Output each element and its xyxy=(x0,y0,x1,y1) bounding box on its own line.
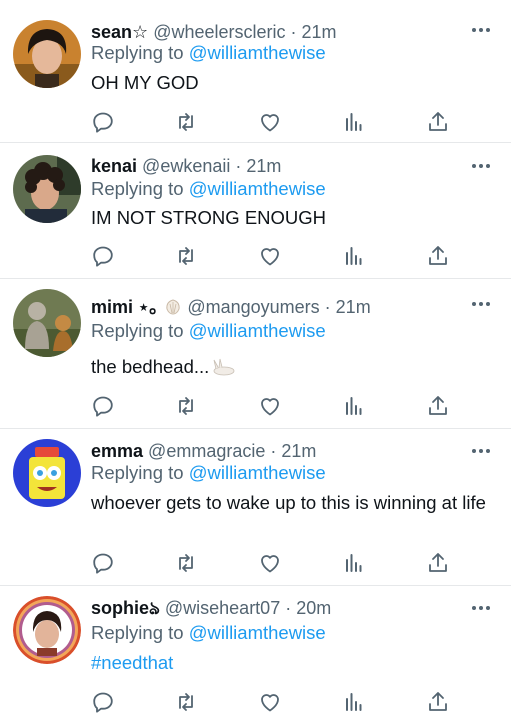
share-icon[interactable] xyxy=(426,110,450,134)
avatar[interactable] xyxy=(13,439,81,507)
avatar[interactable] xyxy=(13,20,81,88)
mention-link[interactable]: @williamthewise xyxy=(189,320,326,341)
analytics-icon[interactable] xyxy=(342,110,366,134)
replying-prefix: Replying to xyxy=(91,42,184,63)
retweet-icon[interactable] xyxy=(174,244,198,268)
handle[interactable]: @emmagracie xyxy=(148,441,265,461)
analytics-icon[interactable] xyxy=(342,244,366,268)
replying-prefix: Replying to xyxy=(91,462,184,483)
timestamp[interactable]: 21m xyxy=(336,297,371,317)
reply-icon[interactable] xyxy=(91,690,115,714)
action-bar xyxy=(0,551,511,577)
replying-prefix: Replying to xyxy=(91,320,184,341)
analytics-icon[interactable] xyxy=(342,394,366,418)
share-icon[interactable] xyxy=(426,551,450,575)
avatar-curly-hair-portrait-icon xyxy=(13,155,81,223)
hashtag-link[interactable]: #needthat xyxy=(91,652,491,674)
avatar[interactable] xyxy=(13,289,81,357)
retweet-icon[interactable] xyxy=(174,690,198,714)
share-icon[interactable] xyxy=(426,394,450,418)
action-bar xyxy=(0,244,511,270)
handle[interactable]: @mangoyumers xyxy=(187,297,319,317)
replying-to-line: Replying to @williamthewise xyxy=(91,42,326,64)
tweet-text-line: the bedhead... xyxy=(91,356,491,381)
avatar[interactable] xyxy=(13,596,81,664)
more-options-icon[interactable] xyxy=(471,160,491,172)
tweet-header: kenai @ewkenaii · 21m xyxy=(91,155,281,177)
avatar-statue-garden-icon xyxy=(13,289,81,357)
separator-dot: · xyxy=(270,441,277,461)
separator-dot: · xyxy=(290,22,297,42)
tweet-text: OH MY GOD xyxy=(91,72,199,93)
replying-to-line: Replying to @williamthewise xyxy=(91,320,326,342)
share-icon[interactable] xyxy=(426,690,450,714)
retweet-icon[interactable] xyxy=(174,110,198,134)
reply-tweet[interactable]: sean☆ @wheelerscleric · 21m Replying to … xyxy=(0,0,511,143)
shell-icon xyxy=(164,298,182,321)
handle[interactable]: @ewkenaii xyxy=(142,156,230,176)
avatar-sponge-cartoon-icon xyxy=(13,439,81,507)
analytics-icon[interactable] xyxy=(342,551,366,575)
like-heart-icon[interactable] xyxy=(258,551,282,575)
more-options-icon[interactable] xyxy=(471,602,491,614)
timestamp[interactable]: 21m xyxy=(302,22,337,42)
analytics-icon[interactable] xyxy=(342,690,366,714)
bunny-sleeping-icon xyxy=(210,358,236,381)
replying-prefix: Replying to xyxy=(91,178,184,199)
share-icon[interactable] xyxy=(426,244,450,268)
display-name[interactable]: mimi ⋆｡ xyxy=(91,297,158,317)
tweet-text: IM NOT STRONG ENOUGH xyxy=(91,207,327,228)
avatar[interactable] xyxy=(13,155,81,223)
like-heart-icon[interactable] xyxy=(258,394,282,418)
separator-dot: · xyxy=(285,598,292,618)
display-name[interactable]: emma xyxy=(91,441,143,461)
tweet-text: whoever gets to wake up to this is winni… xyxy=(91,492,486,513)
tweet-header: emma @emmagracie · 21m xyxy=(91,440,316,462)
reply-icon[interactable] xyxy=(91,244,115,268)
action-bar xyxy=(0,394,511,420)
timestamp[interactable]: 20m xyxy=(296,598,331,618)
like-heart-icon[interactable] xyxy=(258,110,282,134)
timestamp[interactable]: 21m xyxy=(281,441,316,461)
reply-tweet[interactable]: kenai @ewkenaii · 21m Replying to @willi… xyxy=(0,143,511,279)
handle[interactable]: @wheelerscleric xyxy=(153,22,285,42)
reply-icon[interactable] xyxy=(91,110,115,134)
avatar-portrait-pride-ring-icon xyxy=(13,596,81,664)
mention-link[interactable]: @williamthewise xyxy=(189,622,326,643)
display-name[interactable]: kenai xyxy=(91,156,137,176)
replies-feed: sean☆ @wheelerscleric · 21m Replying to … xyxy=(0,0,511,720)
separator-dot: · xyxy=(324,297,331,317)
action-bar xyxy=(0,110,511,136)
like-heart-icon[interactable] xyxy=(258,690,282,714)
retweet-icon[interactable] xyxy=(174,551,198,575)
reply-icon[interactable] xyxy=(91,394,115,418)
tweet-header: sophieঌ @wiseheart07 · 20m xyxy=(91,597,331,619)
more-options-icon[interactable] xyxy=(471,298,491,310)
display-name[interactable]: sophieঌ xyxy=(91,598,160,618)
replying-prefix: Replying to xyxy=(91,622,184,643)
action-bar xyxy=(0,690,511,716)
tweet-header: mimi ⋆｡ @mangoyumers · 21m xyxy=(91,296,371,321)
reply-tweet[interactable]: mimi ⋆｡ @mangoyumers · 21m Replying to @… xyxy=(0,279,511,429)
replying-to-line: Replying to @williamthewise xyxy=(91,462,326,484)
display-name[interactable]: sean☆ xyxy=(91,22,148,42)
more-options-icon[interactable] xyxy=(471,445,491,457)
handle[interactable]: @wiseheart07 xyxy=(165,598,280,618)
timestamp[interactable]: 21m xyxy=(246,156,281,176)
mention-link[interactable]: @williamthewise xyxy=(189,42,326,63)
replying-to-line: Replying to @williamthewise xyxy=(91,178,326,200)
more-options-icon[interactable] xyxy=(471,24,491,36)
tweet-header: sean☆ @wheelerscleric · 21m xyxy=(91,21,337,43)
mention-link[interactable]: @williamthewise xyxy=(189,462,326,483)
reply-icon[interactable] xyxy=(91,551,115,575)
avatar-dark-hair-portrait-icon xyxy=(13,20,81,88)
separator-dot: · xyxy=(235,156,242,176)
like-heart-icon[interactable] xyxy=(258,244,282,268)
retweet-icon[interactable] xyxy=(174,394,198,418)
replying-to-line: Replying to @williamthewise xyxy=(91,622,326,644)
reply-tweet[interactable]: sophieঌ @wiseheart07 · 20m Replying to @… xyxy=(0,586,511,720)
reply-tweet[interactable]: emma @emmagracie · 21m Replying to @will… xyxy=(0,429,511,586)
tweet-text: the bedhead... xyxy=(91,356,210,377)
mention-link[interactable]: @williamthewise xyxy=(189,178,326,199)
